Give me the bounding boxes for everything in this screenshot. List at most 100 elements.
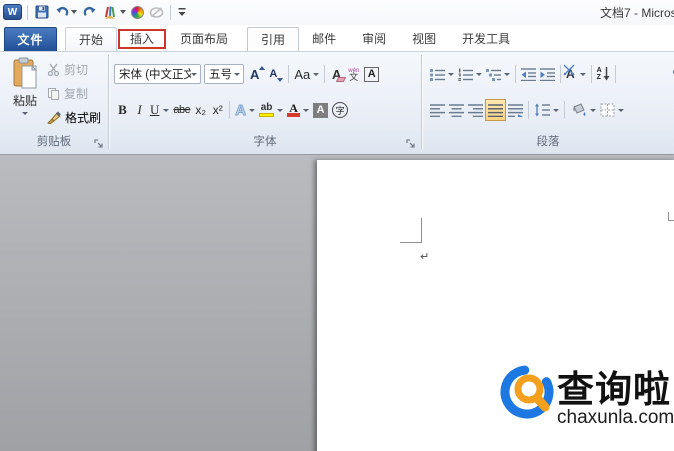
borders-icon: [600, 103, 615, 117]
italic-button[interactable]: I: [131, 99, 148, 121]
multilevel-list-button[interactable]: [484, 63, 512, 85]
word-app-icon[interactable]: W: [3, 4, 22, 20]
align-center-icon: [449, 103, 464, 117]
phonetic-guide-icon: wén 文: [348, 68, 360, 82]
asian-layout-button[interactable]: A: [563, 63, 588, 85]
draw-pens-button[interactable]: [101, 3, 127, 21]
character-border-button[interactable]: A: [362, 63, 381, 85]
customize-qat-button[interactable]: [176, 3, 188, 21]
asian-layout-caret[interactable]: [579, 72, 586, 76]
align-center-button[interactable]: [447, 99, 466, 121]
tab-page-layout[interactable]: 页面布局: [167, 27, 241, 51]
paste-button[interactable]: 粘贴: [5, 57, 45, 145]
font-size-combo[interactable]: 五号: [204, 64, 244, 84]
enclose-characters-icon: 字: [332, 102, 349, 118]
tab-mailings[interactable]: 邮件: [299, 27, 349, 51]
watermark-domain: chaxunla.com: [557, 407, 674, 428]
undo-button[interactable]: [54, 3, 78, 21]
numbering-caret[interactable]: [476, 72, 482, 76]
tab-home[interactable]: 开始: [65, 27, 118, 51]
distribute-button[interactable]: [506, 99, 525, 121]
borders-caret[interactable]: [618, 108, 624, 112]
numbering-button[interactable]: [456, 63, 484, 85]
paragraph-group-label: 段落: [536, 136, 560, 148]
font-color-button[interactable]: A: [285, 99, 311, 121]
distribute-icon: [508, 103, 523, 117]
underline-caret[interactable]: [163, 108, 170, 112]
separator: [614, 65, 616, 83]
line-spacing-button[interactable]: [532, 99, 561, 121]
strikethrough-button[interactable]: abe: [171, 99, 192, 121]
disabled-tool-button: [148, 3, 165, 21]
font-size-value: 五号: [209, 69, 232, 81]
copy-icon: [48, 87, 59, 100]
save-icon: [35, 5, 49, 19]
italic-icon: I: [137, 102, 142, 117]
customize-qat-icon: [178, 8, 186, 16]
text-highlight-caret[interactable]: [277, 108, 284, 112]
numbering-icon: [458, 68, 473, 81]
bullets-button[interactable]: [428, 63, 456, 85]
justify-button[interactable]: [485, 99, 506, 121]
align-left-button[interactable]: [428, 99, 447, 121]
clipboard-group-label: 剪贴板: [36, 136, 72, 148]
save-button[interactable]: [33, 3, 51, 21]
clear-formatting-button[interactable]: A: [328, 63, 347, 85]
align-right-button[interactable]: [466, 99, 485, 121]
sort-icon: A Z: [596, 67, 602, 81]
sort-button[interactable]: A Z: [595, 63, 612, 85]
font-name-combo[interactable]: 宋体 (中文正文): [114, 64, 201, 84]
shading-bucket-icon: [573, 102, 586, 116]
text-highlight-button[interactable]: ab: [257, 99, 285, 121]
asian-layout-icon: A: [563, 64, 575, 81]
bold-button[interactable]: B: [114, 99, 131, 121]
character-shading-button[interactable]: A: [311, 99, 330, 121]
tab-file[interactable]: 文件: [4, 27, 57, 51]
superscript-button[interactable]: x²: [209, 99, 226, 121]
change-case-button[interactable]: Aa: [292, 63, 321, 85]
paste-dropdown-caret[interactable]: [22, 112, 28, 115]
shading-caret[interactable]: [590, 108, 596, 112]
subscript-button[interactable]: x₂: [192, 99, 209, 121]
strikethrough-icon: abe: [173, 104, 191, 116]
watermark-name: 查询啦: [557, 370, 671, 411]
font-group-label: 字体: [253, 136, 277, 148]
bullets-caret[interactable]: [448, 72, 454, 76]
tab-references[interactable]: 引用: [247, 27, 300, 51]
text-effects-caret[interactable]: [249, 108, 256, 112]
underline-button[interactable]: U: [148, 99, 171, 121]
show-marks-button[interactable]: ¶: [668, 63, 674, 85]
separator: [528, 101, 529, 119]
tab-view[interactable]: 视图: [399, 27, 449, 51]
clipboard-dialog-launcher[interactable]: [93, 136, 105, 148]
separator: [229, 101, 231, 119]
font-name-caret: [191, 72, 197, 76]
line-spacing-caret[interactable]: [553, 108, 559, 112]
cut-button: 剪切: [47, 59, 88, 79]
undo-dropdown-caret[interactable]: [71, 10, 77, 14]
increase-indent-button[interactable]: [538, 63, 557, 85]
grow-font-button[interactable]: A: [248, 63, 267, 85]
copy-button: 复制: [47, 83, 88, 103]
redo-button[interactable]: [81, 3, 98, 21]
font-dialog-launcher[interactable]: [405, 136, 417, 148]
multilevel-list-caret[interactable]: [504, 72, 510, 76]
borders-button[interactable]: [598, 99, 626, 121]
tab-insert[interactable]: 插入: [117, 27, 167, 51]
shrink-font-button[interactable]: A: [267, 63, 285, 85]
pens-dropdown-caret[interactable]: [120, 10, 126, 14]
shading-button[interactable]: [568, 99, 598, 121]
line-spacing-icon: [535, 103, 550, 117]
color-wheel-button[interactable]: [130, 3, 145, 21]
tab-developer[interactable]: 开发工具: [449, 27, 523, 51]
format-painter-button[interactable]: 格式刷: [47, 107, 101, 127]
separator: [515, 65, 516, 83]
enclose-characters-button[interactable]: 字: [330, 99, 350, 121]
scissors-icon: [47, 63, 60, 76]
tab-review[interactable]: 审阅: [349, 27, 399, 51]
font-color-caret[interactable]: [303, 108, 310, 112]
text-effects-button[interactable]: A: [233, 99, 257, 121]
phonetic-guide-button[interactable]: wén 文: [345, 63, 362, 85]
align-left-icon: [430, 103, 445, 117]
decrease-indent-button[interactable]: [519, 63, 538, 85]
